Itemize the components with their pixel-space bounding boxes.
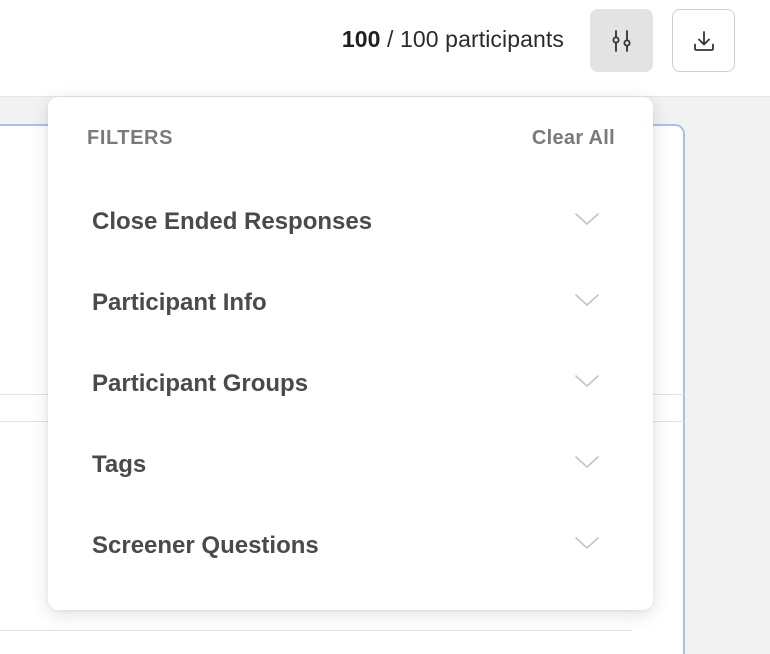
filter-section-label: Participant Groups [92,370,309,397]
filter-section-label: Tags [92,451,147,478]
clear-all-button[interactable]: Clear All [532,127,615,150]
download-button[interactable] [672,9,735,72]
filter-section-label: Participant Info [92,289,267,316]
chevron-down-icon [575,375,599,387]
filters-title: FILTERS [87,127,174,149]
filter-section-participant-info[interactable]: Participant Info [48,262,653,343]
chevron-down-icon [575,294,599,306]
top-toolbar: 100 / 100 participants [0,0,770,97]
filtered-count: 100 [341,26,381,52]
chevron-down-icon [575,537,599,549]
filters-dropdown: FILTERS Clear All Close Ended Responses … [48,97,653,610]
chevron-down-icon [575,213,599,225]
sliders-icon [612,29,630,52]
filter-button[interactable] [590,9,653,72]
filter-section-close-ended-responses[interactable]: Close Ended Responses [48,181,653,262]
divider [0,630,632,631]
download-icon [693,30,714,51]
filter-section-participant-groups[interactable]: Participant Groups [48,343,653,424]
filter-section-screener-questions[interactable]: Screener Questions [48,505,653,586]
filter-section-label: Screener Questions [92,532,319,559]
chevron-down-icon [575,456,599,468]
filters-header: FILTERS Clear All [48,97,653,177]
participant-count: 100 / 100 participants [342,26,564,53]
total-count-label: / 100 participants [380,26,564,52]
filter-section-label: Close Ended Responses [92,208,373,235]
filter-section-tags[interactable]: Tags [48,424,653,505]
